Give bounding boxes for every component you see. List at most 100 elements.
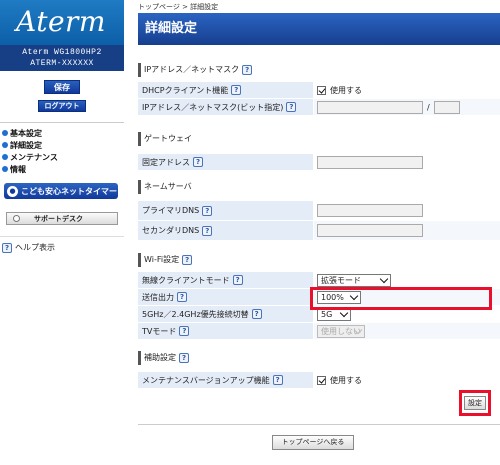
help-icon[interactable]: ? — [242, 65, 253, 75]
nav-item-info[interactable]: 情報 — [2, 163, 58, 175]
row-fixed-address: 固定アドレス? — [138, 153, 500, 170]
help-icon[interactable]: ? — [179, 353, 189, 363]
section-gateway: ゲートウェイ 固定アドレス? — [138, 132, 500, 170]
dhcp-label: DHCPクライアント機能 — [142, 85, 229, 95]
section-title: Wi-Fi設定 — [144, 255, 180, 264]
help-label: ヘルプ表示 — [15, 243, 55, 252]
primary-dns-input[interactable] — [317, 204, 423, 217]
row-tv-mode: TVモード? 使用しない — [138, 322, 500, 339]
section-header: ゲートウェイ — [138, 132, 500, 146]
band-priority-value: 5G — [321, 309, 333, 319]
help-icon[interactable]: ? — [179, 326, 190, 336]
set-button[interactable]: 設定 — [464, 396, 486, 410]
row-value — [314, 154, 500, 170]
section-title: IPアドレス／ネットマスク — [144, 65, 240, 74]
client-mode-select[interactable]: 拡張モード — [317, 273, 391, 287]
row-label: プライマリDNS? — [138, 201, 314, 220]
row-label: 送信出力? — [138, 289, 314, 305]
radio-icon — [13, 215, 20, 222]
help-icon[interactable]: ? — [272, 375, 283, 385]
row-label: 固定アドレス? — [138, 154, 314, 170]
maintenance-update-checkbox[interactable] — [317, 375, 326, 385]
secondary-dns-input[interactable] — [317, 224, 423, 237]
row-maintenance-update: メンテナンスバージョンアップ機能? 使用する — [138, 371, 500, 388]
logout-button[interactable]: ログアウト — [38, 100, 86, 112]
help-icon[interactable]: ? — [232, 275, 243, 285]
section-ip: IPアドレス／ネットマスク? DHCPクライアント機能? 使用する IPアドレス… — [138, 63, 500, 115]
section-dns: ネームサーバ プライマリDNS? セカンダリDNS? — [138, 180, 500, 240]
section-header: ネームサーバ — [138, 180, 500, 194]
tx-power-highlight — [310, 287, 492, 310]
bullet-icon — [2, 154, 8, 160]
nav-label: 詳細設定 — [10, 140, 42, 150]
section-aux: 補助設定? メンテナンスバージョンアップ機能? 使用する — [138, 351, 500, 388]
row-label: 無線クライアントモード? — [138, 272, 314, 288]
save-button[interactable]: 保存 — [44, 80, 80, 94]
chevron-down-icon — [379, 274, 389, 283]
help-link[interactable]: ? ヘルプ表示 — [2, 242, 55, 253]
maintenance-update-label: メンテナンスバージョンアップ機能 — [142, 375, 270, 385]
fixed-address-label: 固定アドレス — [142, 157, 190, 167]
section-title: ゲートウェイ — [144, 134, 192, 143]
ip-address-input[interactable] — [317, 100, 423, 114]
row-value — [314, 221, 500, 240]
help-icon[interactable]: ? — [182, 255, 193, 265]
bullet-icon — [2, 130, 8, 136]
row-label: セカンダリDNS? — [138, 221, 314, 240]
row-ip-address: IPアドレス／ネットマスク(ビット指定)? / — [138, 98, 500, 115]
nav-label: 基本設定 — [10, 128, 42, 138]
kids-net-timer-label: こども安心ネットタイマー — [21, 186, 117, 196]
nav-item-maintenance[interactable]: メンテナンス — [2, 151, 58, 163]
section-header: 補助設定? — [138, 351, 500, 365]
breadcrumb[interactable]: トップページ > 詳細設定 — [138, 2, 218, 12]
bullet-icon — [2, 142, 8, 148]
dhcp-value-label: 使用する — [330, 85, 362, 95]
logo-banner: Aterm — [0, 0, 124, 45]
help-icon[interactable]: ? — [177, 292, 187, 302]
child-icon: ● — [7, 185, 18, 197]
bottom-divider — [138, 424, 500, 425]
help-icon[interactable]: ? — [231, 85, 242, 95]
row-client-mode: 無線クライアントモード? 拡張モード — [138, 271, 500, 288]
tv-mode-label: TVモード — [142, 326, 177, 336]
dhcp-checkbox[interactable] — [317, 85, 326, 95]
bullet-icon — [2, 166, 8, 172]
device-name: ATERM-XXXXXX — [30, 59, 94, 68]
row-label: メンテナンスバージョンアップ機能? — [138, 372, 314, 388]
kids-net-timer-button[interactable]: ● こども安心ネットタイマー — [4, 183, 118, 199]
ip-label: IPアドレス／ネットマスク(ビット指定) — [142, 102, 284, 112]
row-dhcp: DHCPクライアント機能? 使用する — [138, 81, 500, 98]
help-icon[interactable]: ? — [193, 157, 203, 167]
tv-mode-select: 使用しない — [317, 324, 365, 338]
tx-power-label: 送信出力 — [142, 292, 174, 302]
client-mode-value: 拡張モード — [321, 275, 361, 285]
slash-separator: / — [427, 102, 430, 112]
page-title: 詳細設定 — [138, 13, 500, 45]
row-value: 使用する — [314, 372, 500, 388]
row-secondary-dns: セカンダリDNS? — [138, 220, 500, 240]
help-icon[interactable]: ? — [202, 225, 213, 236]
support-desk-label: サポートデスク — [34, 214, 83, 223]
netmask-input[interactable] — [433, 100, 460, 114]
gateway-input[interactable] — [317, 155, 423, 169]
save-area: 保存 ログアウト — [0, 71, 124, 123]
model-name: Aterm WG1800HP2 — [22, 48, 102, 57]
client-mode-label: 無線クライアントモード — [142, 275, 230, 285]
primary-dns-label: プライマリDNS — [142, 206, 200, 215]
row-value: 使用する — [314, 82, 500, 98]
help-icon[interactable]: ? — [251, 309, 262, 319]
help-icon[interactable]: ? — [202, 205, 213, 216]
row-value: 使用しない — [314, 323, 500, 339]
nav-item-basic-settings[interactable]: 基本設定 — [2, 127, 58, 139]
maintenance-update-value: 使用する — [330, 375, 362, 385]
support-desk-button[interactable]: サポートデスク — [6, 212, 118, 225]
section-header: Wi-Fi設定? — [138, 253, 500, 267]
row-label: 5GHz／2.4GHz優先接続切替? — [138, 306, 314, 322]
nav-item-advanced-settings[interactable]: 詳細設定 — [2, 139, 58, 151]
sidebar-divider — [0, 236, 124, 237]
help-icon[interactable]: ? — [286, 102, 297, 112]
nav-label: 情報 — [10, 164, 26, 174]
back-to-top-button[interactable]: トップページへ戻る — [272, 435, 354, 450]
model-info: Aterm WG1800HP2 ATERM-XXXXXX — [0, 45, 124, 71]
row-label: DHCPクライアント機能? — [138, 82, 314, 98]
